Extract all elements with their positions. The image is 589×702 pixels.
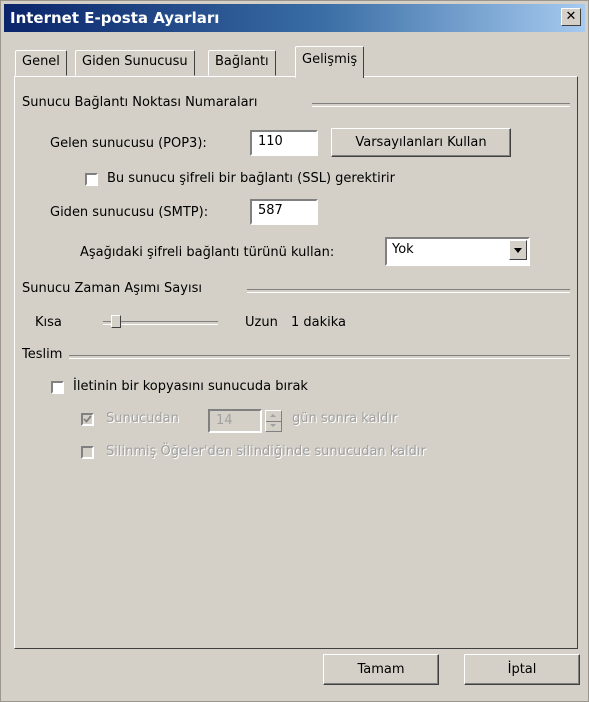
timeout-long-label: Uzun xyxy=(245,315,278,330)
tab-outgoing-server[interactable]: Giden Sunucusu xyxy=(75,50,195,76)
encryption-type-select[interactable]: Yok xyxy=(385,237,530,266)
chevron-down-icon xyxy=(514,248,522,253)
ok-button[interactable]: Tamam xyxy=(323,654,439,685)
window-title: Internet E-posta Ayarları xyxy=(10,9,220,27)
remove-after-checkbox[interactable] xyxy=(81,413,94,426)
delivery-group-label: Teslim xyxy=(22,347,63,362)
encryption-type-value: Yok xyxy=(392,242,414,257)
arrow-down-icon xyxy=(270,424,276,427)
ssl-required-label: Bu sunucu şifreli bir bağlantı (SSL) ger… xyxy=(107,171,396,186)
close-button[interactable]: ✕ xyxy=(561,8,581,26)
use-defaults-button[interactable]: Varsayılanları Kullan xyxy=(331,128,511,157)
remove-after-label: Sunucudan xyxy=(106,411,179,426)
delivery-group-divider xyxy=(69,355,570,359)
days-suffix-label: gün sonra kaldır xyxy=(292,411,398,426)
arrow-up-icon xyxy=(270,414,276,417)
tab-advanced[interactable]: Gelişmiş xyxy=(295,46,365,78)
timeout-short-label: Kısa xyxy=(35,315,62,330)
cancel-button[interactable]: İptal xyxy=(464,654,580,685)
ssl-required-checkbox[interactable] xyxy=(85,173,98,186)
days-spinner[interactable] xyxy=(265,410,282,432)
timeout-group-label: Sunucu Zaman Aşımı Sayısı xyxy=(22,281,202,296)
pop3-port-input[interactable]: 110 xyxy=(250,130,318,156)
spin-down-button[interactable] xyxy=(266,421,281,431)
advanced-tab-panel: Sunucu Bağlantı Noktası Numaraları Gelen… xyxy=(14,76,578,649)
ports-group-label: Sunucu Bağlantı Noktası Numaraları xyxy=(22,95,258,110)
days-input[interactable]: 14 xyxy=(208,409,262,433)
pop3-label: Gelen sunucusu (POP3): xyxy=(50,136,207,151)
smtp-label: Giden sunucusu (SMTP): xyxy=(50,205,209,220)
email-settings-dialog: Internet E-posta Ayarları ✕ Genel Giden … xyxy=(0,0,589,702)
dropdown-button[interactable] xyxy=(509,240,527,260)
ports-group-divider xyxy=(312,103,570,107)
remove-deleted-checkbox[interactable] xyxy=(81,446,94,459)
leave-copy-checkbox[interactable] xyxy=(51,381,64,394)
checkmark-icon xyxy=(83,415,92,423)
title-bar[interactable]: Internet E-posta Ayarları ✕ xyxy=(4,4,585,32)
smtp-port-input[interactable]: 587 xyxy=(250,199,318,225)
timeout-group-divider xyxy=(247,289,570,293)
encryption-type-label: Aşağıdaki şifreli bağlantı türünü kullan… xyxy=(80,245,335,260)
remove-deleted-label: Silinmiş Öğeler'den silindiğinde sunucud… xyxy=(106,444,426,459)
leave-copy-label: İletinin bir kopyasını sunucuda bırak xyxy=(73,379,308,394)
tab-connection[interactable]: Bağlantı xyxy=(208,50,276,76)
close-icon: ✕ xyxy=(565,9,577,24)
timeout-slider-thumb[interactable] xyxy=(111,315,121,328)
timeout-value-text: 1 dakika xyxy=(291,315,347,330)
tab-general[interactable]: Genel xyxy=(15,50,67,76)
